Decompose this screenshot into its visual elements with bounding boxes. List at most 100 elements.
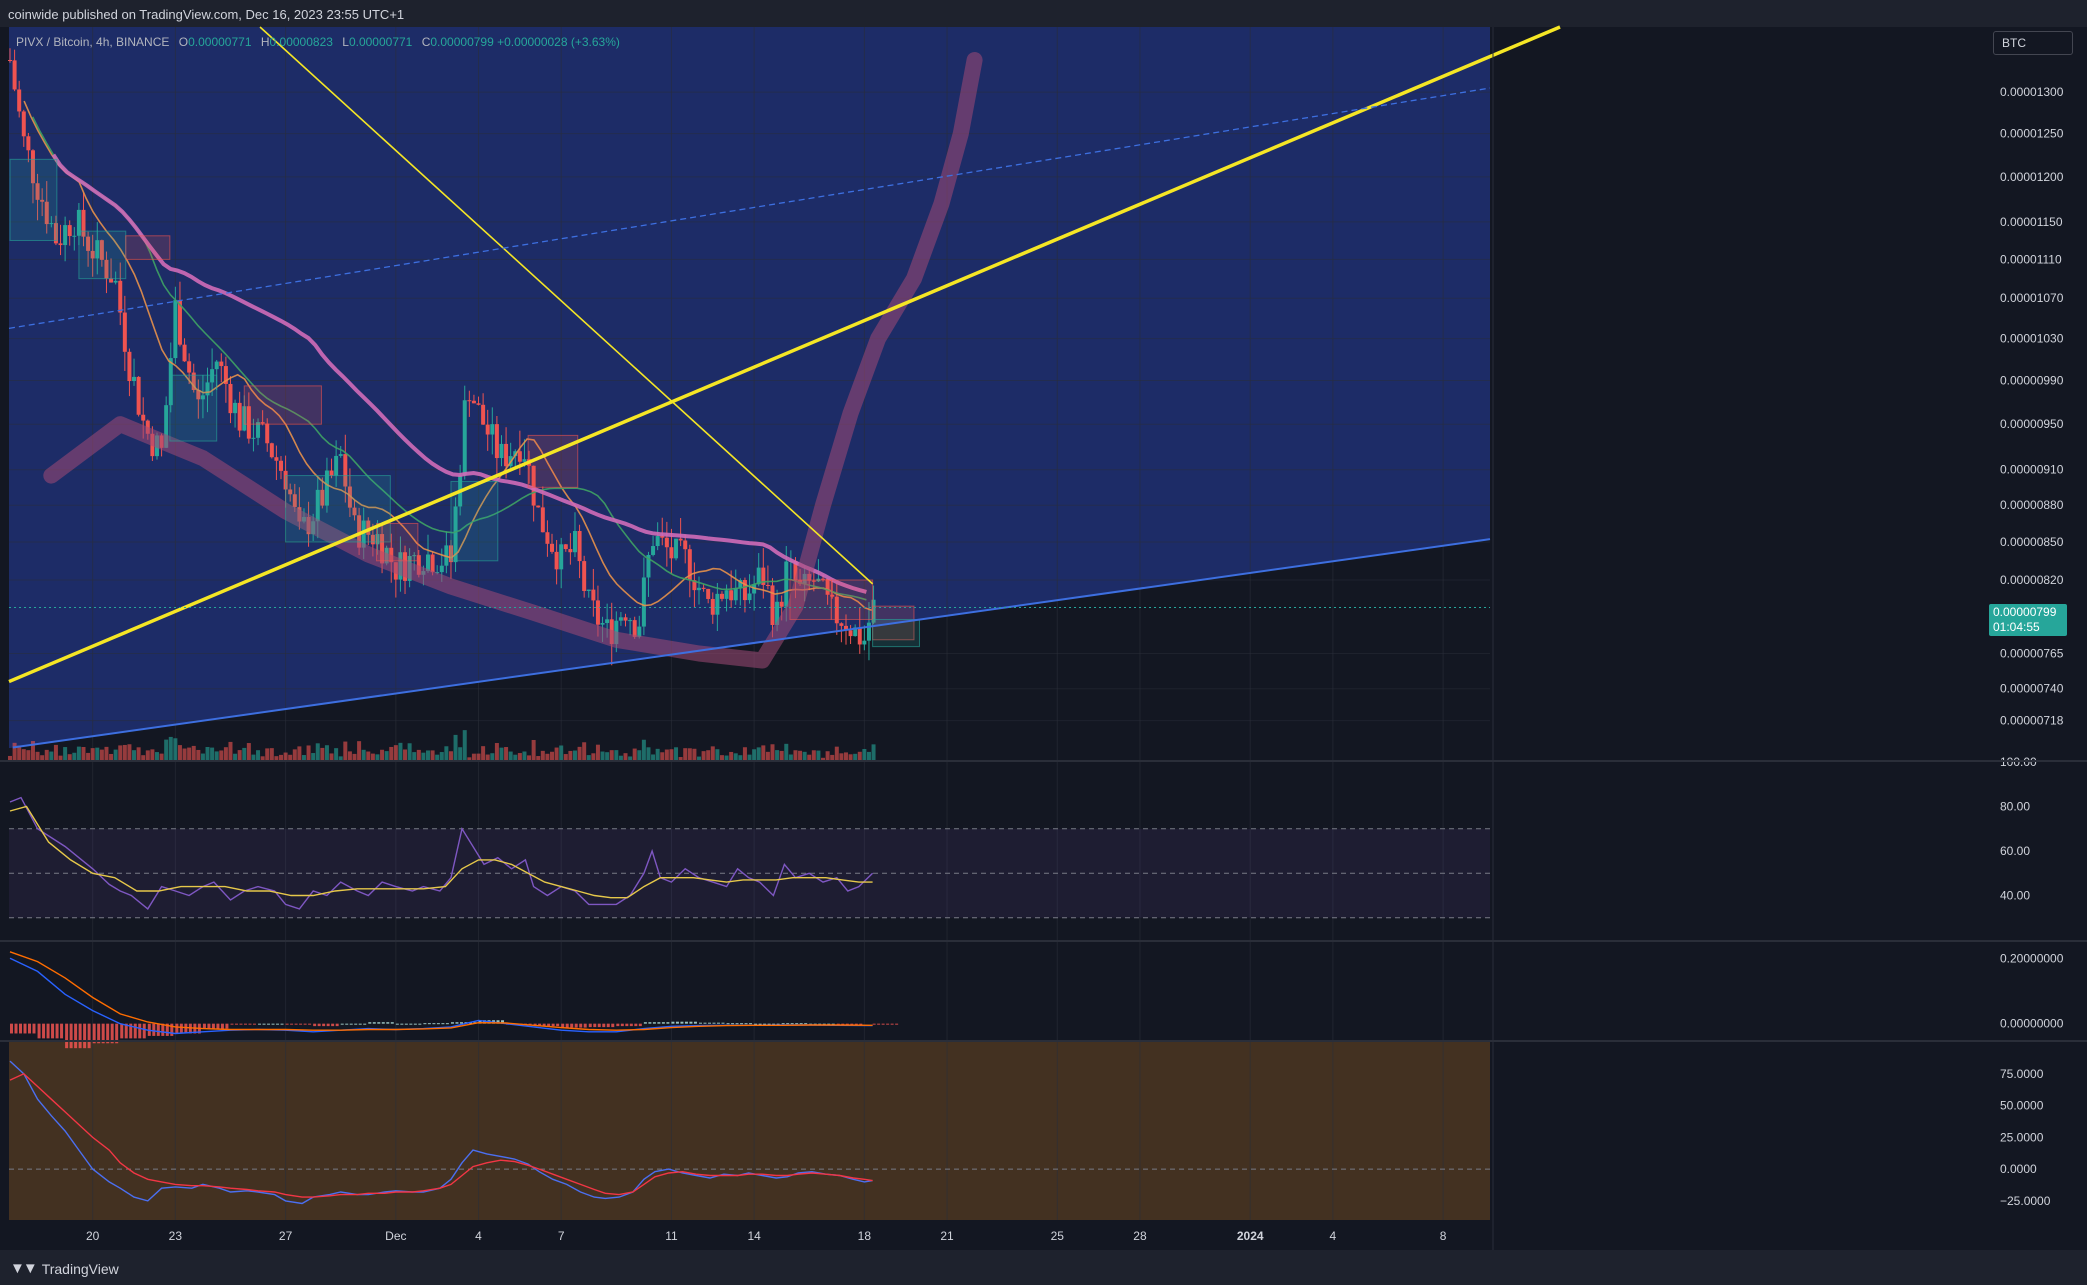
candle-body: [504, 443, 509, 467]
candle-body: [439, 565, 444, 573]
osc-tick-1: 50.0000: [2000, 1099, 2044, 1113]
candle-body: [462, 400, 467, 476]
volume-bar: [324, 745, 329, 760]
volume-bar: [357, 741, 362, 760]
macd-hist-bar: [427, 1023, 431, 1025]
volume-bar: [251, 754, 256, 760]
macd-hist-bar: [207, 1023, 211, 1029]
candle-body: [719, 593, 724, 599]
volume-bar: [775, 750, 780, 760]
open-value: 0.00000771: [188, 35, 252, 49]
volume-bar: [683, 748, 688, 760]
volume-bar: [265, 748, 270, 760]
candle-body: [605, 619, 610, 624]
macd-hist-bar: [60, 1023, 64, 1039]
y-tick-7: 0.00000990: [2000, 374, 2064, 388]
volume-bar: [113, 749, 118, 760]
volume-bar: [830, 754, 835, 760]
volume-bar: [389, 746, 394, 760]
candle-body: [697, 587, 701, 591]
macd-hist-bar: [643, 1022, 647, 1024]
volume-bar: [412, 752, 417, 760]
volume-bar: [122, 744, 127, 760]
candle-body: [237, 402, 242, 431]
macd-hist-bar: [758, 1023, 762, 1025]
y-tick-10: 0.00000880: [2000, 498, 2064, 512]
y-tick-14: 0.00000740: [2000, 682, 2064, 696]
y-tick-3: 0.00001150: [2000, 215, 2063, 229]
volume-bar: [403, 749, 408, 760]
volume-bar: [370, 753, 375, 760]
chart-canvas[interactable]: 0.000013000.000012500.000012000.00001150…: [0, 0, 2087, 1285]
volume-bar: [848, 754, 853, 760]
candle-body: [600, 623, 605, 625]
candle-body: [122, 312, 127, 352]
volume-bar: [747, 754, 752, 760]
volume-bar: [678, 757, 683, 760]
volume-bar: [393, 745, 398, 760]
macd-hist-bar: [404, 1023, 408, 1025]
volume-bar: [839, 753, 844, 760]
volume-bar: [536, 756, 541, 760]
macd-hist-bar: [354, 1023, 358, 1025]
currency-button[interactable]: BTC: [1993, 31, 2073, 55]
open-label: O: [178, 35, 189, 49]
volume-bar: [444, 746, 449, 760]
macd-hist-bar: [19, 1023, 22, 1034]
candle-body: [779, 601, 784, 607]
volume-bar: [485, 754, 490, 760]
candle-body: [715, 593, 720, 615]
x-tick-8: 18: [858, 1229, 872, 1243]
volume-bar: [527, 755, 532, 760]
volume-bar: [724, 755, 729, 760]
candle-body: [228, 383, 233, 414]
close-value: 0.00000799: [430, 35, 494, 49]
candle-body: [733, 587, 738, 601]
order-block-9: [789, 579, 832, 620]
macd-hist-bar: [731, 1023, 735, 1025]
macd-hist-bar: [340, 1023, 344, 1025]
macd-hist-bar: [740, 1023, 744, 1025]
macd-hist-bar: [83, 1023, 87, 1049]
macd-hist-bar: [32, 1023, 36, 1034]
volume-bar: [752, 749, 757, 760]
macd-hist-bar: [675, 1021, 679, 1024]
volume-bar: [306, 745, 311, 760]
macd-hist-bar: [78, 1023, 82, 1049]
volume-bar: [58, 755, 63, 760]
volume-bar: [127, 744, 132, 760]
y-tick-1: 0.00001250: [2000, 127, 2064, 141]
volume-bar: [494, 743, 499, 760]
macd-hist-bar: [652, 1022, 656, 1024]
osc-tick-0: 75.0000: [2000, 1067, 2044, 1081]
volume-bar: [784, 743, 789, 760]
candle-body: [568, 549, 573, 553]
volume-bar: [866, 751, 871, 760]
volume-bar: [228, 741, 233, 760]
candle-body: [651, 546, 656, 555]
macd-hist-bar: [597, 1023, 601, 1028]
macd-hist-bar: [258, 1023, 262, 1025]
macd-hist-bar: [335, 1023, 339, 1027]
x-tick-11: 28: [1133, 1229, 1147, 1243]
volume-bar: [375, 754, 380, 760]
macd-hist-bar: [735, 1023, 739, 1025]
candle-body: [141, 414, 146, 421]
volume-bar: [807, 754, 812, 760]
volume-bar: [788, 754, 793, 760]
volume-bar: [715, 749, 720, 760]
symbol-label[interactable]: PIVX / Bitcoin, 4h, BINANCE: [16, 35, 169, 49]
tradingview-icon: ▼▼: [10, 1260, 38, 1277]
volume-bar: [109, 753, 114, 760]
macd-hist-bar: [790, 1023, 794, 1025]
candle-body: [12, 60, 17, 90]
volume-bar: [692, 748, 697, 760]
x-tick-0: 20: [86, 1229, 100, 1243]
volume-bar: [86, 752, 91, 760]
volume-bar: [660, 752, 665, 760]
x-tick-9: 21: [940, 1229, 954, 1243]
tradingview-logo[interactable]: ▼▼ TradingView: [10, 1260, 119, 1277]
volume-bar: [664, 749, 669, 760]
osc-tick-2: 25.0000: [2000, 1130, 2044, 1144]
volume-bar: [499, 747, 504, 760]
